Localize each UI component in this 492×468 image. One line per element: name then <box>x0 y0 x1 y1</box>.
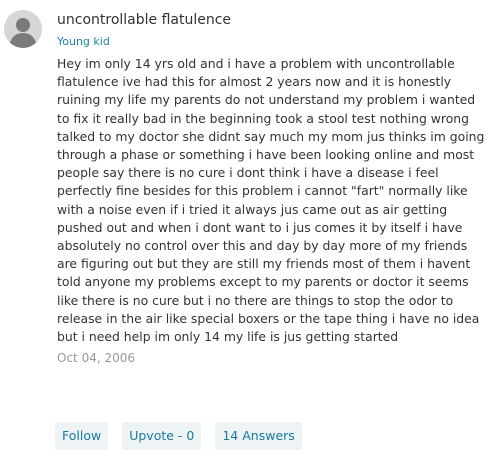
follow-button[interactable]: Follow <box>55 422 109 450</box>
answers-button[interactable]: 14 Answers <box>215 422 302 450</box>
author-name[interactable]: Young kid <box>57 34 487 49</box>
post: uncontrollable flatulence Young kid Hey … <box>57 10 487 367</box>
upvote-button[interactable]: Upvote - 0 <box>122 422 202 450</box>
post-actions: Follow Upvote - 0 14 Answers <box>55 422 302 450</box>
user-silhouette-icon <box>4 10 42 48</box>
post-body: Hey im only 14 yrs old and i have a prob… <box>57 56 485 345</box>
post-date: Oct 04, 2006 <box>57 351 135 366</box>
post-title[interactable]: uncontrollable flatulence <box>57 10 487 30</box>
avatar[interactable] <box>4 10 42 48</box>
